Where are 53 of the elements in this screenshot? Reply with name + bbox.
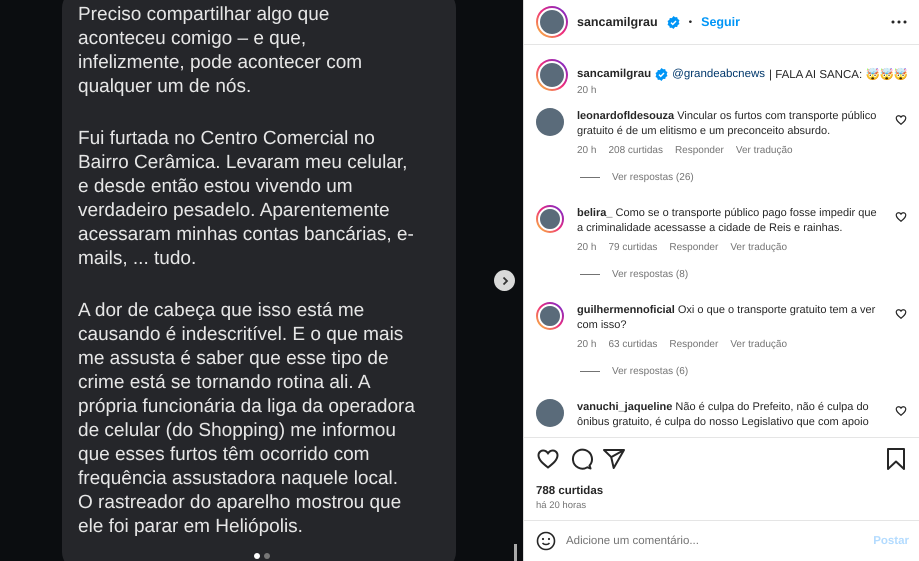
likes-count[interactable]: 788 curtidas: [536, 485, 907, 497]
follow-button[interactable]: Seguir: [701, 15, 740, 29]
comment-likes[interactable]: 63 curtidas: [608, 339, 658, 350]
emoji-icon[interactable]: [536, 531, 556, 551]
reply-link[interactable]: Responder: [674, 145, 724, 156]
message-paragraph: A dor de cabeça que isso está me causando é indescritível. E o que mais me assusta é saber que esse tipo de crime está se tornando rotina ali. A própria funcionária da liga da operadora de celular (do Shopping) me informou que esses furtos têm ocorrido com frequência assustadora naquele local. O rastreador do aparelho mostrou que ele foi parar em Heliópolis.: [78, 299, 416, 539]
avatar[interactable]: [536, 399, 564, 427]
translate-link[interactable]: Ver tradução: [736, 145, 793, 156]
post-time: há 20 horas: [536, 500, 588, 511]
avatar[interactable]: [536, 205, 564, 233]
comment-likes[interactable]: 79 curtidas: [608, 242, 658, 253]
like-icon[interactable]: [895, 308, 907, 320]
view-replies-link[interactable]: Ver respostas (6): [612, 366, 688, 377]
like-icon[interactable]: [536, 447, 560, 471]
avatar[interactable]: [536, 302, 564, 330]
like-icon[interactable]: [895, 405, 907, 417]
translate-link[interactable]: Ver tradução: [730, 339, 788, 350]
username-link[interactable]: sancamilgrau: [577, 15, 658, 29]
mention-link[interactable]: @grandeabcnews: [672, 68, 766, 80]
view-replies-link[interactable]: Ver respostas (8): [612, 269, 688, 280]
scrollbar: [514, 544, 517, 561]
comment-text: leonardofldesouza Vincular os furtos com transporte público gratuito é de um elitismo e um preconceito absurdo.: [577, 109, 878, 139]
comment-likes[interactable]: 208 curtidas: [608, 145, 663, 156]
comment-text: guilhermennoficial Oxi o que o transporte gratuito tem a ver com isso?: [577, 303, 876, 333]
avatar[interactable]: [536, 6, 568, 38]
message-paragraph: Preciso compartilhar algo que aconteceu comigo – e que, infelizmente, pode acontecer com qualquer um de nós.: [78, 3, 364, 99]
comment-time: 20 h: [577, 339, 596, 350]
share-icon[interactable]: [602, 447, 626, 471]
caption-time: 20 h: [577, 85, 598, 96]
reply-link[interactable]: Responder: [669, 339, 718, 350]
caption-username[interactable]: sancamilgrau: [577, 68, 652, 80]
comment-icon[interactable]: [569, 447, 593, 471]
reply-link[interactable]: Responder: [669, 242, 718, 253]
comment-username[interactable]: belira_: [577, 207, 612, 219]
comment-time: 20 h: [577, 145, 596, 156]
comment-text: belira_ Como se o transporte público pago fosse impedir que a criminalidade acessasse a cidade de Reis e rainhas.: [577, 206, 878, 236]
like-icon[interactable]: [895, 211, 907, 223]
like-icon[interactable]: [895, 114, 907, 126]
avatar[interactable]: [536, 108, 564, 136]
bookmark-icon[interactable]: [885, 447, 907, 471]
comment-username[interactable]: vanuchi_jaqueline: [577, 401, 672, 413]
comment-username[interactable]: guilhermennoficial: [577, 304, 675, 316]
comment-text: vanuchi_jaqueline Não é culpa do Prefeito, não é culpa do ônibus gratuito, é culpa do nosso Legislativo que com apoio: [577, 400, 870, 430]
view-replies-link[interactable]: Ver respostas (26): [612, 172, 694, 183]
message-paragraph: Fui furtada no Centro Comercial no Bairro Cerâmica. Levaram meu celular, e desde então estou vivendo um verdadeiro pesadelo. Aparentemente acessaram minhas contas bancárias, e- mails, ... tudo.: [78, 127, 415, 271]
caption-text: | FALA AI SANCA: 🤯🤯🤯: [769, 67, 908, 81]
separator-dot: •: [688, 16, 692, 28]
comment-username[interactable]: leonardofldesouza: [577, 110, 674, 122]
translate-link[interactable]: Ver tradução: [730, 242, 788, 253]
avatar[interactable]: [536, 59, 568, 91]
comment-time: 20 h: [577, 242, 596, 253]
next-button[interactable]: [494, 270, 515, 291]
more-options-icon[interactable]: [891, 20, 907, 24]
